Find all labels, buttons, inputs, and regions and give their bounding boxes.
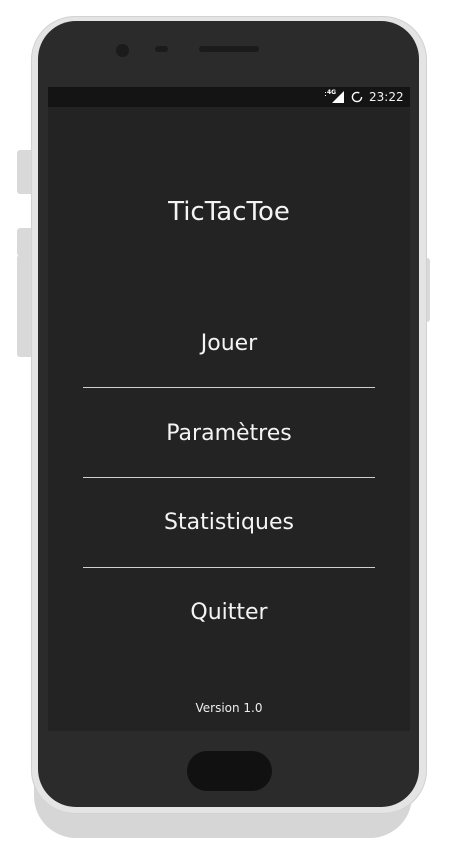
menu-divider xyxy=(83,387,375,388)
statistics-button[interactable]: Statistiques xyxy=(48,508,410,538)
page-title: TicTacToe xyxy=(168,197,290,227)
settings-button[interactable]: Paramètres xyxy=(48,419,410,449)
menu-divider xyxy=(83,477,375,478)
proximity-sensor xyxy=(155,46,168,52)
battery-charging-icon xyxy=(351,91,363,103)
home-button[interactable] xyxy=(187,751,272,791)
play-button[interactable]: Jouer xyxy=(48,329,410,359)
front-camera xyxy=(116,44,129,57)
version-label: Version 1.0 xyxy=(195,701,263,715)
quit-button[interactable]: Quitter xyxy=(48,598,410,628)
menu-divider xyxy=(83,567,375,568)
device-stage: 4G 23:22 TicTacToe Jouer Paramètres Stat… xyxy=(0,0,450,866)
app-screen: 4G 23:22 TicTacToe Jouer Paramètres Stat… xyxy=(48,87,410,731)
earpiece-speaker xyxy=(199,46,259,52)
network-type-label: 4G xyxy=(327,89,337,96)
status-bar: 4G 23:22 xyxy=(48,87,410,107)
status-time: 23:22 xyxy=(369,90,404,104)
